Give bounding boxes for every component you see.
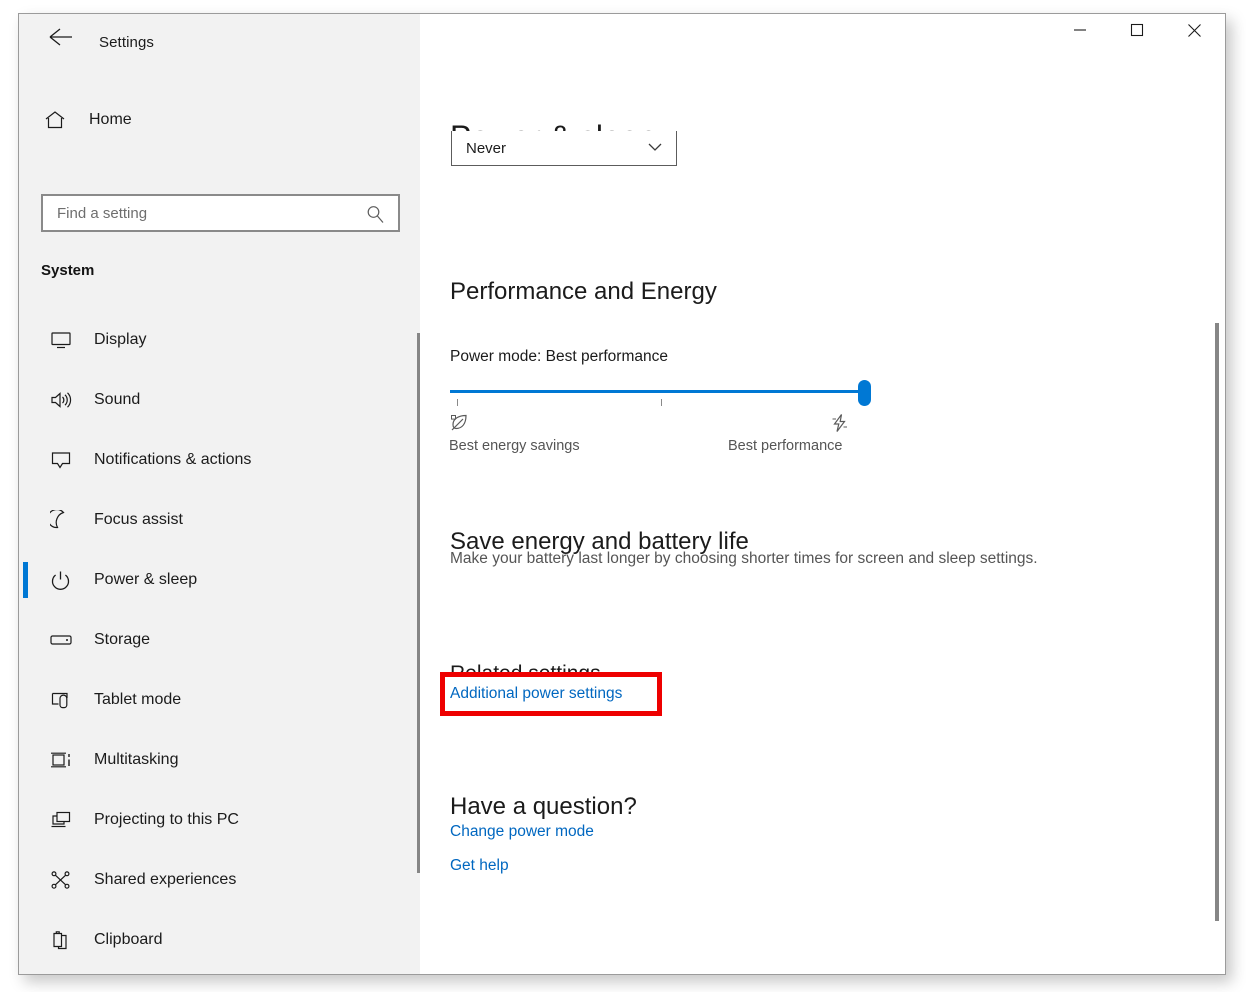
drive-icon <box>46 630 76 650</box>
chevron-down-icon <box>646 140 664 159</box>
sidebar-item-label: Shared experiences <box>94 871 237 888</box>
sidebar-item-label: Multitasking <box>94 751 179 768</box>
home-label: Home <box>89 111 132 128</box>
sidebar-item-label: Focus assist <box>94 511 183 528</box>
sidebar: Home System Display <box>19 58 420 974</box>
slider-left-label: Best energy savings <box>449 438 580 454</box>
sidebar-item-notifications[interactable]: Notifications & actions <box>19 430 420 490</box>
sidebar-item-home[interactable]: Home <box>19 98 420 142</box>
power-icon <box>46 570 76 590</box>
save-energy-description: Make your battery last longer by choosin… <box>450 550 1038 567</box>
maximize-icon[interactable] <box>1114 14 1160 46</box>
minimize-icon[interactable] <box>1057 14 1103 46</box>
sleep-timeout-dropdown[interactable]: Never <box>451 131 677 166</box>
screen: Settings Home Find a setting System Disp… <box>0 0 1246 992</box>
change-power-mode-link[interactable]: Change power mode <box>450 823 594 841</box>
dropdown-selected-value: Never <box>466 139 507 157</box>
tablet-icon <box>46 690 76 710</box>
settings-window: Settings Home Find a setting System Disp… <box>18 13 1226 975</box>
back-arrow-icon[interactable] <box>47 26 75 48</box>
home-icon <box>41 110 69 130</box>
sidebar-item-display[interactable]: Display <box>19 310 420 370</box>
speaker-icon <box>46 390 76 410</box>
sidebar-item-label: Tablet mode <box>94 691 182 708</box>
slider-right-label: Best performance <box>728 438 843 454</box>
sidebar-item-label: Projecting to this PC <box>94 811 239 828</box>
sidebar-item-storage[interactable]: Storage <box>19 610 420 670</box>
sidebar-item-label: Power & sleep <box>94 571 198 588</box>
monitor-icon <box>46 330 76 350</box>
slider-track[interactable] <box>450 390 870 393</box>
have-a-question-heading: Have a question? <box>450 792 637 820</box>
sidebar-item-remote-desktop[interactable]: Remote Desktop <box>19 970 420 974</box>
content-scrollbar[interactable] <box>1215 323 1219 921</box>
performance-heading: Performance and Energy <box>450 277 717 305</box>
sidebar-item-shared-experiences[interactable]: Shared experiences <box>19 850 420 910</box>
get-help-link[interactable]: Get help <box>450 857 509 875</box>
power-mode-label: Power mode: Best performance <box>450 348 668 365</box>
sidebar-nav-list: Display Sound Notifications & actions Fo… <box>19 310 420 974</box>
sidebar-item-label: Storage <box>94 631 151 648</box>
leaf-icon <box>450 413 472 438</box>
sidebar-item-sound[interactable]: Sound <box>19 370 420 430</box>
title-bar-left-pane <box>19 14 420 58</box>
multitasking-icon <box>46 750 76 770</box>
share-nodes-icon <box>46 870 76 890</box>
search-input[interactable] <box>55 203 349 223</box>
title-bar-right-pane <box>420 14 1225 58</box>
search-box[interactable] <box>41 194 400 232</box>
sidebar-item-power-and-sleep[interactable]: Power & sleep <box>19 550 420 610</box>
slider-tick <box>661 399 662 406</box>
sidebar-item-tablet-mode[interactable]: Tablet mode <box>19 670 420 730</box>
sidebar-item-label: Display <box>94 331 147 348</box>
search-icon[interactable] <box>366 205 385 229</box>
sidebar-item-label: Clipboard <box>94 931 163 948</box>
additional-power-settings-link[interactable]: Additional power settings <box>450 685 622 703</box>
main-content: Power & sleep Never Performance and Ener… <box>420 58 1225 974</box>
sidebar-item-projecting-to-this-pc[interactable]: Projecting to this PC <box>19 790 420 850</box>
power-mode-slider[interactable] <box>450 378 875 406</box>
projecting-icon <box>46 810 76 830</box>
lightning-bolt-icon <box>830 413 850 438</box>
close-icon[interactable] <box>1171 14 1217 46</box>
sidebar-section-label: System <box>41 262 95 279</box>
window-title: Settings <box>99 34 154 51</box>
slider-thumb[interactable] <box>858 380 871 406</box>
chat-bubble-icon <box>46 450 76 470</box>
moon-icon <box>46 510 76 530</box>
sidebar-item-clipboard[interactable]: Clipboard <box>19 910 420 970</box>
selection-indicator <box>23 562 28 598</box>
slider-tick <box>457 399 458 406</box>
sidebar-item-label: Sound <box>94 391 141 408</box>
sidebar-item-focus-assist[interactable]: Focus assist <box>19 490 420 550</box>
title-bar: Settings <box>19 14 1225 58</box>
clipboard-icon <box>46 930 76 950</box>
sidebar-item-multitasking[interactable]: Multitasking <box>19 730 420 790</box>
sidebar-item-label: Notifications & actions <box>94 451 252 468</box>
